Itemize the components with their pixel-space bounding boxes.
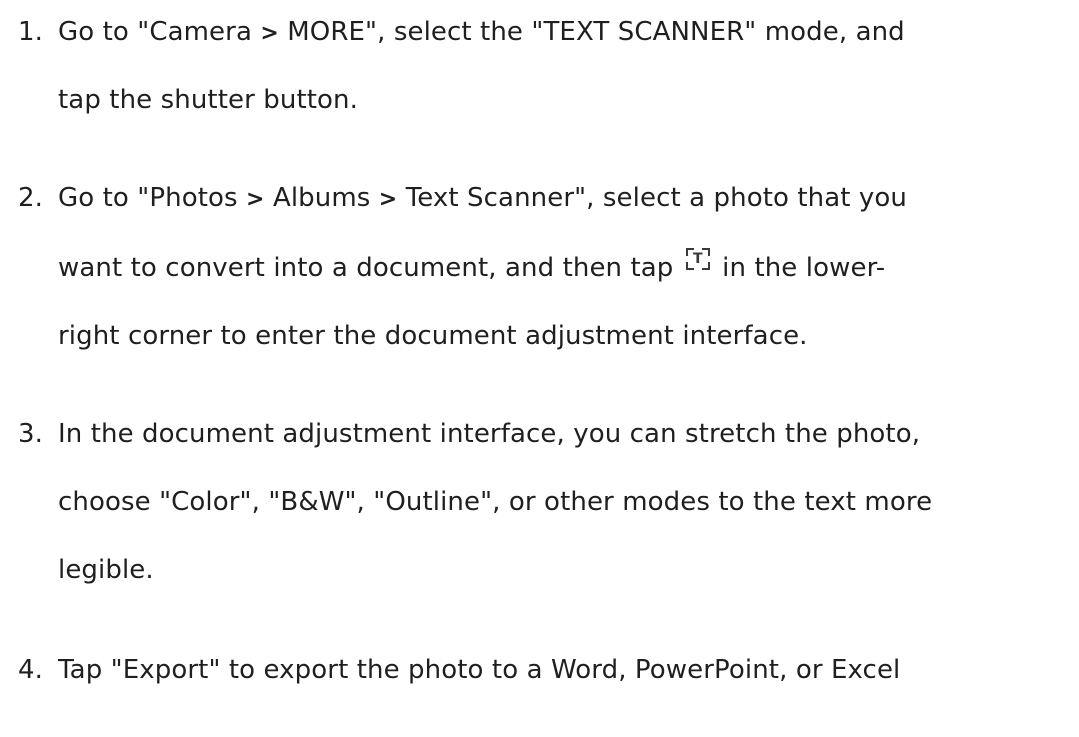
breadcrumb-separator: > — [260, 21, 279, 46]
step-3-line-1: 3. In the document adjustment interface,… — [0, 404, 1079, 464]
breadcrumb-separator: > — [246, 187, 265, 212]
step-text: Go to "Photos — [58, 183, 247, 213]
step-text: choose "Color", "B&W", "Outline", or oth… — [58, 487, 933, 517]
step-text: legible. — [58, 555, 154, 585]
step-text: Tap "Export" to export the photo to a Wo… — [58, 655, 901, 685]
breadcrumb-separator: > — [378, 187, 398, 212]
step-text: In the document adjustment interface, yo… — [58, 419, 921, 449]
step-text: in the lower- — [722, 253, 886, 283]
step-2-line-1: 2. Go to "Photos > Albums > Text Scanner… — [0, 168, 1079, 228]
step-1-line-2: tap the shutter button. — [0, 70, 1079, 130]
step-4-line-1: 4. Tap "Export" to export the photo to a… — [0, 640, 1079, 700]
instructions-document: 1. Go to "Camera > MORE", select the "TE… — [0, 0, 1079, 737]
step-3-line-3: legible. — [0, 540, 1079, 600]
step-text: Go to "Camera — [58, 17, 261, 47]
step-1-line-1: 1. Go to "Camera > MORE", select the "TE… — [0, 2, 1079, 62]
step-number: 3. — [18, 419, 44, 449]
step-2-line-3: right corner to enter the document adjus… — [0, 306, 1079, 366]
step-text: Albums — [264, 183, 379, 213]
step-text: tap the shutter button. — [58, 85, 358, 115]
step-text: MORE", select the "TEXT SCANNER" mode, a… — [278, 17, 905, 47]
step-number: 4. — [18, 655, 44, 685]
step-number: 2. — [18, 183, 44, 213]
step-3-line-2: choose "Color", "B&W", "Outline", or oth… — [0, 472, 1079, 532]
step-number: 1. — [18, 17, 44, 47]
text-scan-icon: T — [685, 248, 710, 270]
step-text: Text Scanner", select a photo that you — [397, 183, 908, 213]
step-text: right corner to enter the document adjus… — [58, 321, 808, 351]
text-scan-glyph: T — [692, 251, 703, 267]
step-text: want to convert into a document, and the… — [58, 253, 674, 283]
step-2-line-2: want to convert into a document, and the… — [0, 238, 1079, 298]
